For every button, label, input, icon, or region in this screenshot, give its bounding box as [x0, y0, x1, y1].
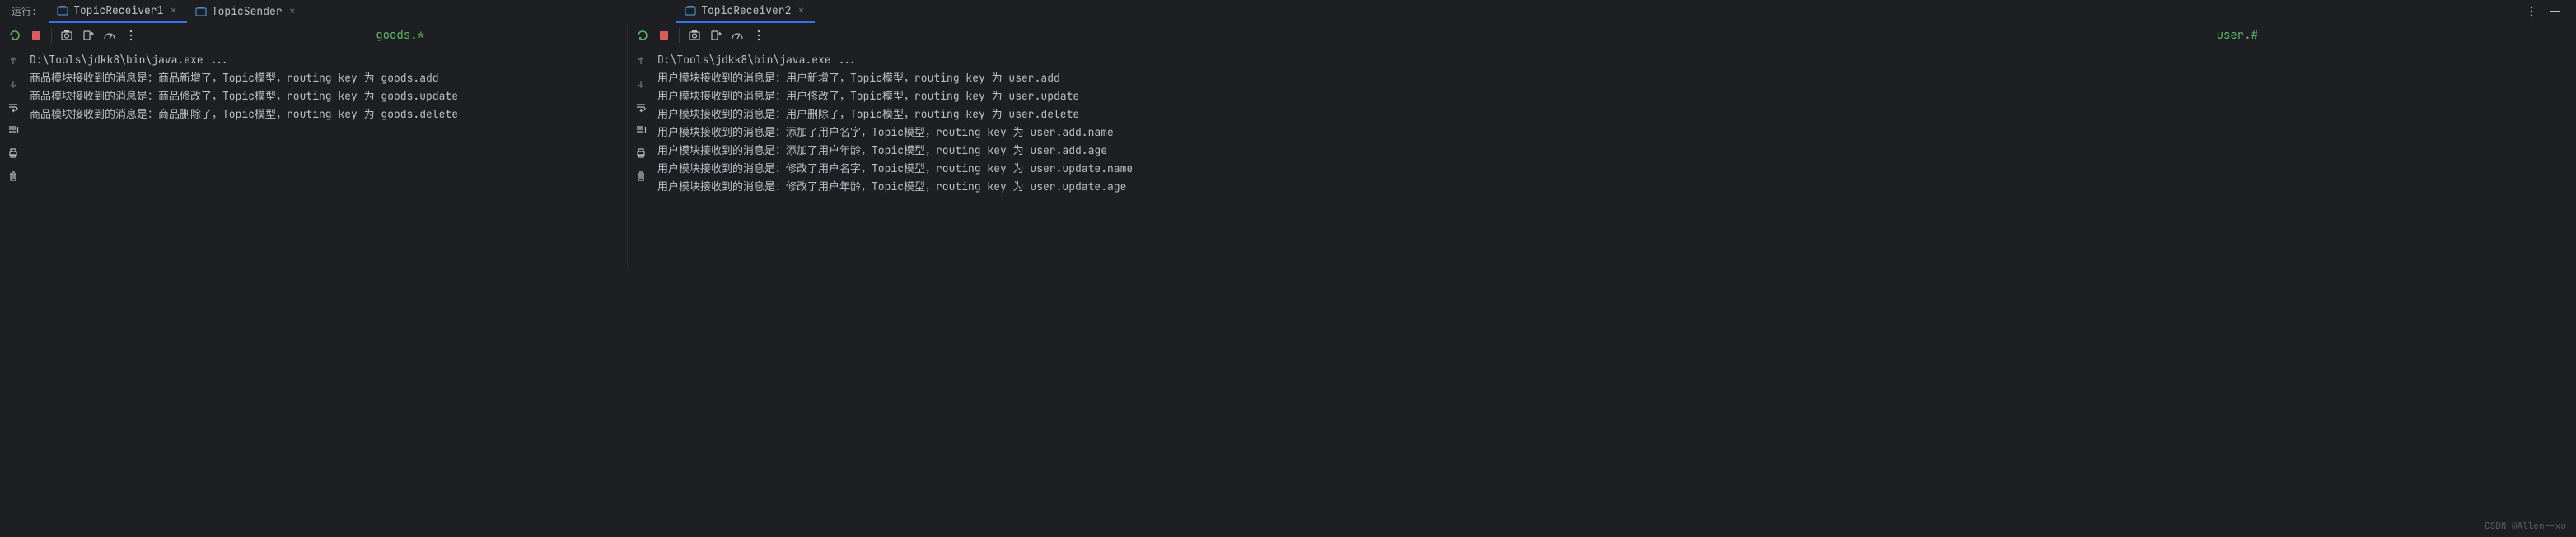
print-icon[interactable] — [5, 145, 21, 161]
console-line: D:\Tools\jdkk8\bin\java.exe ... — [654, 51, 2576, 69]
watermark: CSDN @Allen--xu — [2485, 521, 2566, 532]
arrow-down-icon[interactable] — [633, 76, 649, 92]
run-config-icon — [195, 6, 207, 17]
minimize-icon[interactable] — [2546, 3, 2563, 20]
run-label: 运行: — [0, 4, 49, 18]
performance-icon[interactable] — [100, 26, 119, 45]
tab-topic-receiver1[interactable]: TopicReceiver1 × — [49, 0, 187, 23]
console-line: 商品模块接收到的消息是：商品删除了，Topic模型，routing key 为 … — [26, 105, 627, 124]
pattern-label-left: goods.* — [376, 28, 622, 43]
console-line: 用户模块接收到的消息是：用户新增了，Topic模型，routing key 为 … — [654, 69, 2576, 87]
scroll-to-end-icon[interactable] — [5, 122, 21, 138]
toolbar-right: user.# — [628, 23, 2576, 48]
tab-label: TopicReceiver1 — [73, 3, 163, 17]
content-row-right: D:\Tools\jdkk8\bin\java.exe ... 用户模块接收到的… — [628, 48, 2576, 268]
tab-container-left: TopicReceiver1 × TopicSender × — [49, 0, 676, 23]
arrow-up-icon[interactable] — [633, 53, 649, 69]
tab-label: TopicReceiver2 — [701, 3, 791, 17]
run-config-icon — [57, 5, 68, 16]
tab-topic-sender[interactable]: TopicSender × — [187, 0, 306, 23]
content-row-left: D:\Tools\jdkk8\bin\java.exe ... 商品模块接收到的… — [0, 48, 627, 268]
camera-icon[interactable] — [685, 26, 704, 45]
arrow-down-icon[interactable] — [5, 76, 21, 92]
performance-icon[interactable] — [727, 26, 747, 45]
console-line: 用户模块接收到的消息是：添加了用户名字，Topic模型，routing key … — [654, 124, 2576, 142]
print-icon[interactable] — [633, 145, 649, 161]
toolbar-left: goods.* — [0, 23, 627, 48]
panel-left: goods.* D:\Tools\jdkk8\bin\java.exe ... … — [0, 23, 628, 268]
arrow-up-icon[interactable] — [5, 53, 21, 69]
gutter-right — [628, 48, 654, 268]
trash-icon[interactable] — [633, 168, 649, 184]
close-icon[interactable]: × — [796, 3, 806, 18]
stop-button[interactable] — [654, 26, 674, 45]
tab-label: TopicSender — [212, 4, 283, 18]
panel-right: user.# D:\Tools\jdkk8\bin\java.exe ... 用… — [628, 23, 2576, 268]
gutter-left — [0, 48, 26, 268]
more-icon[interactable] — [2523, 3, 2540, 20]
rerun-button[interactable] — [5, 26, 25, 45]
main-area: goods.* D:\Tools\jdkk8\bin\java.exe ... … — [0, 23, 2576, 268]
more-vert-icon[interactable] — [749, 26, 769, 45]
trash-icon[interactable] — [5, 168, 21, 184]
stop-button[interactable] — [26, 26, 46, 45]
console-left[interactable]: D:\Tools\jdkk8\bin\java.exe ... 商品模块接收到的… — [26, 48, 627, 268]
close-icon[interactable]: × — [168, 3, 178, 18]
console-line: 商品模块接收到的消息是：商品修改了，Topic模型，routing key 为 … — [26, 87, 627, 105]
camera-icon[interactable] — [57, 26, 77, 45]
export-icon[interactable] — [78, 26, 98, 45]
tab-row: 运行: TopicReceiver1 × TopicSender × Topic… — [0, 0, 2576, 23]
console-line: 用户模块接收到的消息是：修改了用户名字，Topic模型，routing key … — [654, 160, 2576, 178]
scroll-to-end-icon[interactable] — [633, 122, 649, 138]
divider — [51, 28, 52, 43]
console-line: D:\Tools\jdkk8\bin\java.exe ... — [26, 51, 627, 69]
header-actions — [2523, 3, 2576, 20]
more-vert-icon[interactable] — [121, 26, 141, 45]
console-line: 商品模块接收到的消息是：商品新增了，Topic模型，routing key 为 … — [26, 69, 627, 87]
run-config-icon — [685, 5, 696, 16]
console-line: 用户模块接收到的消息是：用户删除了，Topic模型，routing key 为 … — [654, 105, 2576, 124]
soft-wrap-icon[interactable] — [633, 99, 649, 115]
console-line: 用户模块接收到的消息是：修改了用户年龄，Topic模型，routing key … — [654, 178, 2576, 196]
divider — [679, 28, 680, 43]
export-icon[interactable] — [706, 26, 726, 45]
tab-topic-receiver2[interactable]: TopicReceiver2 × — [676, 0, 815, 23]
console-right[interactable]: D:\Tools\jdkk8\bin\java.exe ... 用户模块接收到的… — [654, 48, 2576, 268]
console-line: 用户模块接收到的消息是：添加了用户年龄，Topic模型，routing key … — [654, 142, 2576, 160]
soft-wrap-icon[interactable] — [5, 99, 21, 115]
console-line: 用户模块接收到的消息是：用户修改了，Topic模型，routing key 为 … — [654, 87, 2576, 105]
rerun-button[interactable] — [633, 26, 652, 45]
close-icon[interactable]: × — [288, 4, 297, 19]
pattern-label-right: user.# — [2217, 28, 2571, 43]
